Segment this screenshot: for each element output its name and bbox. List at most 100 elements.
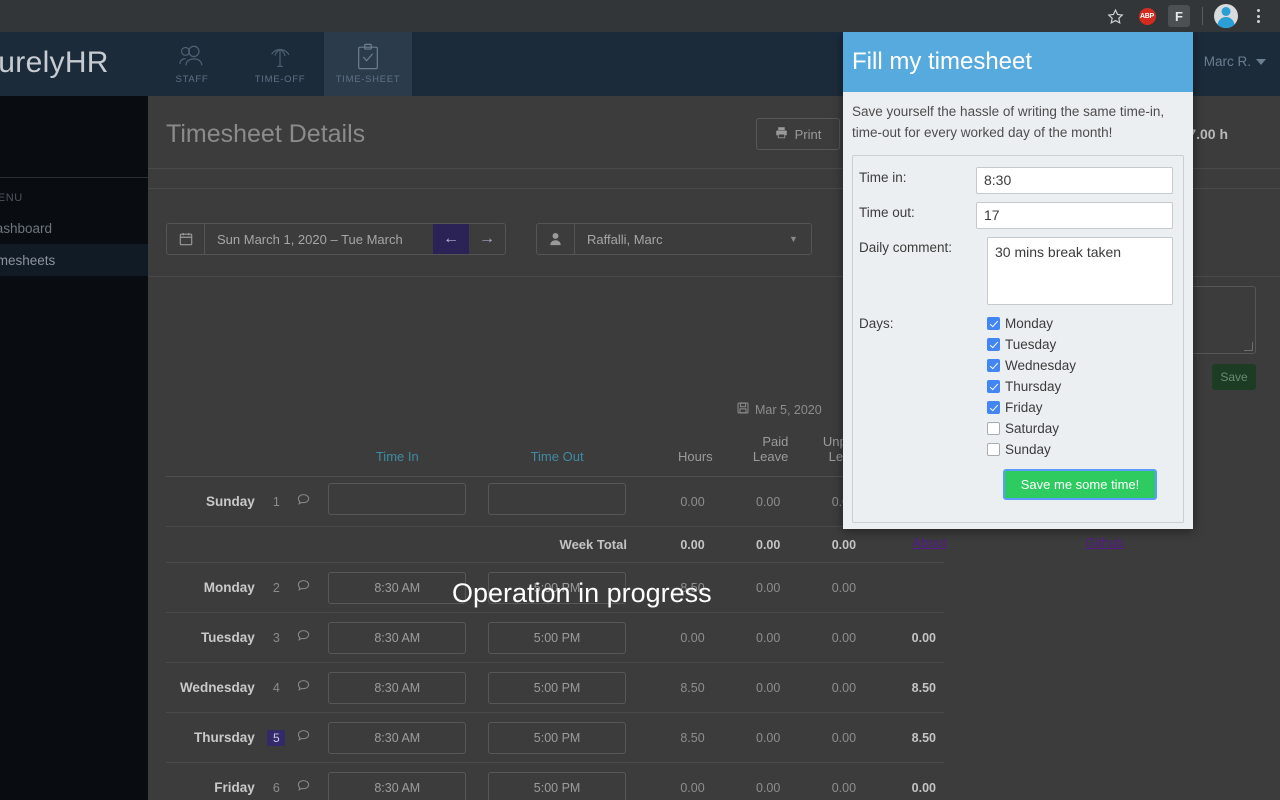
github-link[interactable]: Github <box>1085 535 1123 550</box>
day-checkbox-saturday[interactable]: Saturday <box>987 418 1173 439</box>
time-out-input[interactable]: 5:00 PM <box>488 621 627 654</box>
col-time-in[interactable]: Time In <box>317 430 478 477</box>
week-total-row: Week Total 0.00 0.00 0.00 <box>166 526 944 563</box>
time-in-input[interactable]: 8:30 AM <box>328 721 467 754</box>
day-label: Tuesday <box>1005 336 1057 352</box>
comment-bubble-icon[interactable] <box>290 476 318 527</box>
row-unpaid-leave: 0.00 <box>788 712 865 763</box>
checkbox-icon[interactable] <box>987 442 1000 456</box>
popup-footer-links: About Github <box>843 523 1193 550</box>
time-out-input[interactable]: 5:00 PM <box>488 671 627 704</box>
row-hours: 0.00 <box>636 612 713 663</box>
day-checkbox-sunday[interactable]: Sunday <box>987 439 1173 460</box>
last-saved-label: Mar 5, 2020 <box>755 402 822 417</box>
day-checkbox-friday[interactable]: Friday <box>987 397 1173 418</box>
time-in-input[interactable]: 8:30 AM <box>328 671 467 704</box>
time-in-cell[interactable]: 8:30 AM <box>317 612 478 663</box>
time-out-input[interactable] <box>488 483 627 515</box>
save-me-some-time-button[interactable]: Save me some time! <box>1002 468 1158 500</box>
daily-comment-textarea[interactable]: 30 mins break taken <box>987 236 1173 305</box>
print-button[interactable]: Print <box>756 118 840 150</box>
time-out-input[interactable]: 5:00 PM <box>488 771 627 800</box>
sidebar-menu-label: MENU <box>0 192 23 204</box>
nav-tab-time-off-label: TIME-OFF <box>254 74 306 85</box>
time-out-cell[interactable]: 5:00 PM <box>477 612 637 663</box>
nav-tab-staff[interactable]: STAFF <box>148 32 236 96</box>
time-out-cell[interactable]: 5:00 PM <box>477 762 637 800</box>
row-unpaid-leave: 0.00 <box>788 662 865 713</box>
time-out-input[interactable]: 5:00 PM <box>488 721 627 754</box>
brand-logo[interactable]: PurelyHR <box>0 46 109 80</box>
profile-avatar-icon[interactable] <box>1212 2 1240 30</box>
today-badge: 5 <box>267 729 286 746</box>
row-paid-leave: 0.00 <box>712 612 789 663</box>
row-total: 8.50 <box>864 712 944 763</box>
table-row: Friday 6 8:30 AM 5:00 PM 0.00 0.00 0.00 … <box>166 762 944 800</box>
checkbox-icon[interactable] <box>987 421 1000 435</box>
row-hours: 0.00 <box>636 762 713 800</box>
page-title: Timesheet Details <box>166 120 366 148</box>
day-checkbox-thursday[interactable]: Thursday <box>987 376 1173 397</box>
star-icon[interactable] <box>1101 2 1129 30</box>
popup-header: Fill my timesheet <box>843 32 1193 92</box>
col-time-out[interactable]: Time Out <box>477 430 637 477</box>
save-button[interactable]: Save <box>1212 364 1256 390</box>
time-in-cell[interactable]: 8:30 AM <box>317 662 478 713</box>
comment-bubble-icon[interactable] <box>290 662 318 713</box>
comment-bubble-icon[interactable] <box>290 762 318 800</box>
previous-period-button[interactable]: ← <box>433 224 469 254</box>
time-out-cell[interactable]: 5:00 PM <box>477 662 637 713</box>
day-checkbox-wednesday[interactable]: Wednesday <box>987 355 1173 376</box>
checkbox-icon[interactable] <box>987 400 1000 414</box>
comment-bubble-icon[interactable] <box>290 712 318 763</box>
table-row: Wednesday 4 8:30 AM 5:00 PM 8.50 0.00 0.… <box>166 662 944 713</box>
time-in-row: Time in: <box>859 166 1173 194</box>
employee-select-value: Raffalli, Marc <box>587 231 663 247</box>
time-in-input[interactable]: 8:30 AM <box>328 771 467 800</box>
comment-bubble-icon[interactable] <box>290 612 318 663</box>
time-in-cell[interactable] <box>317 476 478 527</box>
time-out-input[interactable] <box>976 201 1173 229</box>
time-in-input[interactable]: 8:30 AM <box>328 621 467 654</box>
time-out-label: Time out: <box>859 204 915 220</box>
extension-f-icon[interactable]: F <box>1165 2 1193 30</box>
time-in-input[interactable]: 8:30 AM <box>328 571 467 604</box>
time-out-cell[interactable] <box>477 476 637 527</box>
date-range-picker[interactable]: Sun March 1, 2020 – Tue March ← → <box>166 223 506 255</box>
daily-comment-label: Daily comment: <box>859 239 953 255</box>
adblock-plus-icon[interactable]: ABP <box>1133 2 1161 30</box>
checkbox-icon[interactable] <box>987 316 1000 330</box>
days-label: Days: <box>859 315 894 331</box>
print-button-label: Print <box>794 126 822 142</box>
row-date: 5 <box>262 712 291 763</box>
nav-tab-time-off[interactable]: TIME-OFF <box>236 32 324 96</box>
nav-tab-time-sheet[interactable]: TIME-SHEET <box>324 32 412 96</box>
employee-select[interactable]: Raffalli, Marc ▼ <box>536 223 812 255</box>
checkbox-icon[interactable] <box>987 379 1000 393</box>
time-in-input[interactable] <box>328 483 467 515</box>
time-in-cell[interactable]: 8:30 AM <box>317 762 478 800</box>
week-total-label: Week Total <box>166 526 637 563</box>
kebab-menu-icon[interactable] <box>1244 2 1272 30</box>
sidebar-item-timesheets[interactable]: Timesheets <box>0 244 148 276</box>
time-in-cell[interactable]: 8:30 AM <box>317 712 478 763</box>
time-in-input[interactable] <box>976 166 1173 194</box>
col-date <box>262 430 291 477</box>
time-out-cell[interactable]: 5:00 PM <box>477 712 637 763</box>
day-checkbox-tuesday[interactable]: Tuesday <box>987 334 1173 355</box>
row-paid-leave: 0.00 <box>712 712 789 763</box>
filter-row: Sun March 1, 2020 – Tue March ← → Raffal… <box>166 223 812 255</box>
row-paid-leave: 0.00 <box>712 762 789 800</box>
next-period-button[interactable]: → <box>469 224 505 254</box>
printer-icon <box>775 126 788 142</box>
sidebar-item-dashboard[interactable]: Dashboard <box>0 212 148 244</box>
checkbox-icon[interactable] <box>987 358 1000 372</box>
user-menu[interactable]: Marc R. <box>1204 54 1266 69</box>
row-hours: 0.00 <box>636 476 713 527</box>
row-total: 8.50 <box>864 662 944 713</box>
day-checkbox-monday[interactable]: Monday <box>987 313 1173 334</box>
time-out-row: Time out: <box>859 201 1173 229</box>
checkbox-icon[interactable] <box>987 337 1000 351</box>
comment-bubble-icon[interactable] <box>290 562 318 613</box>
about-link[interactable]: About <box>912 535 946 550</box>
